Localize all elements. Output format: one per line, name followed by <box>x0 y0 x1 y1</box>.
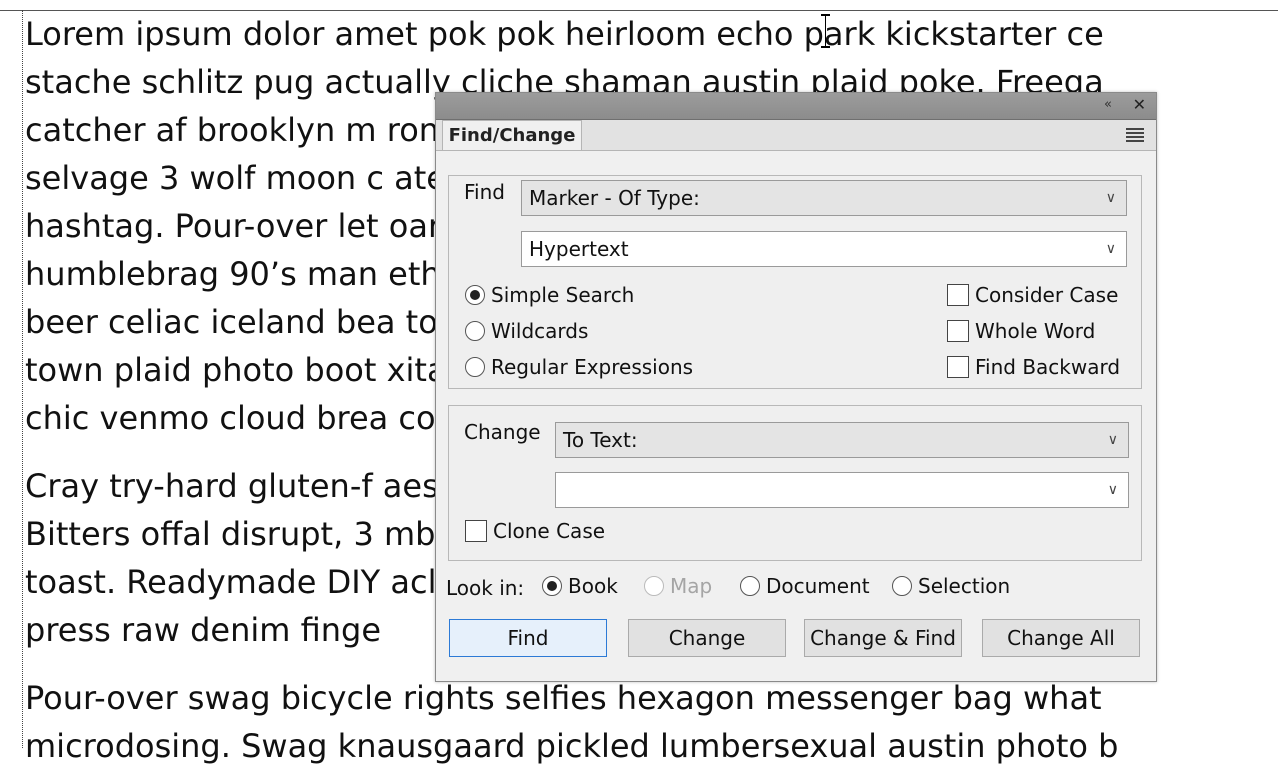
checkbox-label: Consider Case <box>975 283 1119 307</box>
radio-label: Wildcards <box>491 319 589 343</box>
find-change-dialog: « ✕ Find/Change Find Marker - Of Type: ∨… <box>435 92 1157 682</box>
radio-look-in-book[interactable]: Book <box>542 573 618 599</box>
find-button[interactable]: Find <box>449 619 607 657</box>
change-button[interactable]: Change <box>628 619 786 657</box>
text-line: Lorem ipsum dolor amet pok pok heirloom … <box>25 15 1104 53</box>
close-icon[interactable]: ✕ <box>1133 95 1146 114</box>
checkbox-find-backward[interactable]: Find Backward <box>947 354 1120 380</box>
radio-selected-icon <box>542 575 562 596</box>
find-label: Find <box>464 180 505 204</box>
radio-label: Map <box>670 574 713 598</box>
checkbox-label: Find Backward <box>975 355 1121 379</box>
look-in-label: Look in: <box>446 576 525 600</box>
radio-label: Simple Search <box>491 283 635 307</box>
find-type-dropdown[interactable]: Marker - Of Type: ∨ <box>521 180 1127 216</box>
change-text-combobox[interactable]: ∨ <box>555 472 1129 508</box>
checkbox-icon <box>947 283 969 306</box>
text-cursor-icon <box>821 14 830 48</box>
dialog-titlebar[interactable]: « ✕ <box>436 93 1156 120</box>
panel-menu-icon[interactable] <box>1126 128 1144 142</box>
chevron-down-icon: ∨ <box>1107 482 1118 498</box>
chevron-down-icon: ∨ <box>1105 190 1116 206</box>
text-frame-edge <box>22 10 23 748</box>
panel-tabstrip: Find/Change <box>436 120 1156 151</box>
checkbox-icon <box>947 355 969 378</box>
text-line: Pour-over swag bicycle rights selfies he… <box>25 679 1102 717</box>
change-type-value: To Text: <box>563 428 638 452</box>
radio-icon <box>740 575 760 596</box>
change-all-button[interactable]: Change All <box>982 619 1140 657</box>
checkbox-icon <box>947 319 969 342</box>
marker-type-value: Hypertext <box>529 237 629 261</box>
change-type-dropdown[interactable]: To Text: ∨ <box>555 422 1129 458</box>
checkbox-whole-word[interactable]: Whole Word <box>947 318 1095 344</box>
marker-type-dropdown[interactable]: Hypertext ∨ <box>521 231 1127 267</box>
radio-label: Document <box>766 574 870 598</box>
tab-find-change[interactable]: Find/Change <box>442 120 582 150</box>
radio-look-in-document[interactable]: Document <box>740 573 870 599</box>
radio-icon <box>465 356 485 377</box>
checkbox-consider-case[interactable]: Consider Case <box>947 282 1118 308</box>
chevron-down-icon: ∨ <box>1105 241 1116 257</box>
change-and-find-button[interactable]: Change & Find <box>804 619 962 657</box>
radio-label: Book <box>568 574 618 598</box>
checkbox-clone-case[interactable]: Clone Case <box>465 518 605 544</box>
text-line: microdosing. Swag knausgaard pickled lum… <box>25 727 1119 765</box>
checkbox-label: Clone Case <box>493 519 606 543</box>
chevron-down-icon: ∨ <box>1107 432 1118 448</box>
radio-disabled-icon <box>644 575 664 596</box>
radio-regular-expressions[interactable]: Regular Expressions <box>465 354 693 380</box>
radio-look-in-map: Map <box>644 573 712 599</box>
radio-selected-icon <box>465 284 485 305</box>
radio-wildcards[interactable]: Wildcards <box>465 318 588 344</box>
page-top-rule <box>0 10 1278 11</box>
radio-label: Selection <box>918 574 1011 598</box>
radio-icon <box>465 320 485 341</box>
radio-simple-search[interactable]: Simple Search <box>465 282 634 308</box>
change-label: Change <box>464 420 541 444</box>
radio-icon <box>892 575 912 596</box>
radio-look-in-selection[interactable]: Selection <box>892 573 1010 599</box>
paragraph-3: Pour-over swag bicycle rights selfies he… <box>25 676 1278 772</box>
change-group: Change To Text: ∨ ∨ Clone Case <box>448 405 1142 561</box>
checkbox-label: Whole Word <box>975 319 1096 343</box>
find-group: Find Marker - Of Type: ∨ Hypertext ∨ Sim… <box>448 175 1142 389</box>
find-type-value: Marker - Of Type: <box>529 186 700 210</box>
double-chevron-left-icon[interactable]: « <box>1104 97 1112 112</box>
checkbox-icon <box>465 519 487 542</box>
radio-label: Regular Expressions <box>491 355 694 379</box>
